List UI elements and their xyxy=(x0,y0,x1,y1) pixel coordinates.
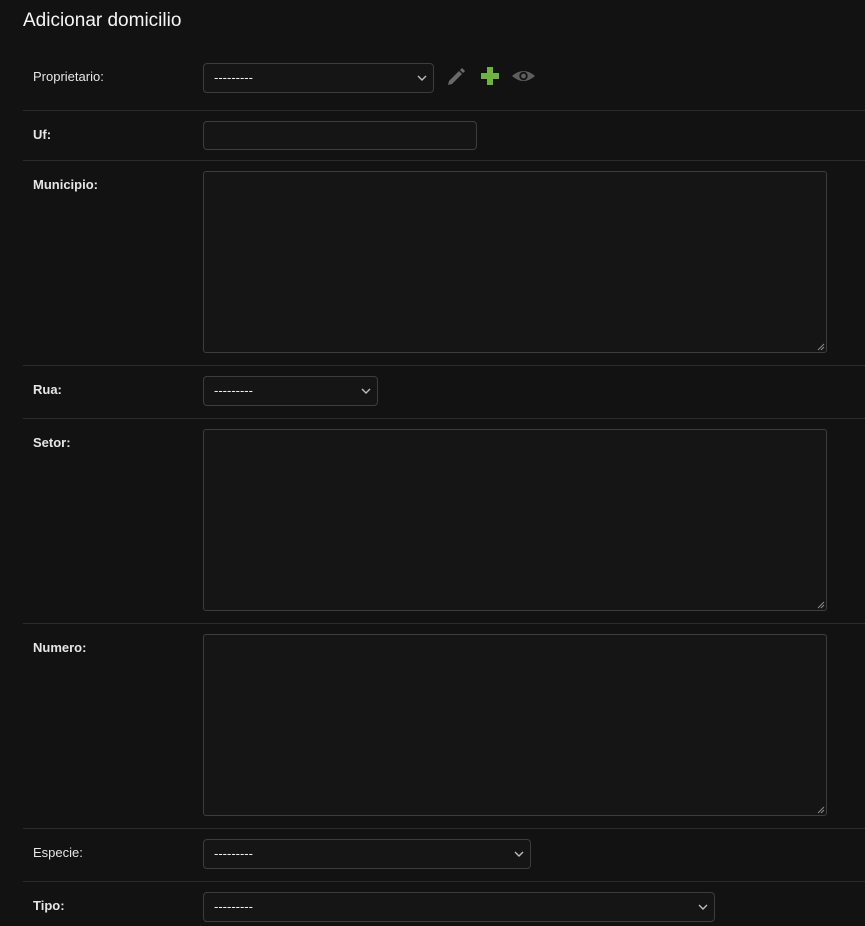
plus-icon[interactable] xyxy=(479,65,501,87)
especie-select-value: --------- xyxy=(214,846,253,861)
form-row-municipio: Municipio: xyxy=(23,161,865,366)
chevron-down-icon xyxy=(361,388,371,394)
municipio-textarea[interactable] xyxy=(203,171,827,353)
form-row-numero: Numero: xyxy=(23,624,865,829)
setor-textarea[interactable] xyxy=(203,429,827,611)
setor-label: Setor: xyxy=(33,435,71,450)
page-title: Adicionar domicilio xyxy=(23,10,182,31)
proprietario-select[interactable]: --------- xyxy=(203,63,434,93)
resize-grip-icon[interactable] xyxy=(817,601,825,609)
municipio-label: Municipio: xyxy=(33,177,98,192)
tipo-select[interactable]: --------- xyxy=(203,892,715,922)
chevron-down-icon xyxy=(417,75,427,81)
especie-label: Especie: xyxy=(33,845,83,860)
form-row-rua: Rua: --------- xyxy=(23,366,865,419)
uf-label: Uf: xyxy=(33,127,52,142)
uf-input[interactable] xyxy=(203,121,477,150)
form-row-setor: Setor: xyxy=(23,419,865,624)
especie-select[interactable]: --------- xyxy=(203,839,531,869)
numero-label: Numero: xyxy=(33,640,87,655)
rua-select[interactable]: --------- xyxy=(203,376,378,406)
numero-textarea[interactable] xyxy=(203,634,827,816)
rua-select-value: --------- xyxy=(214,383,253,398)
chevron-down-icon xyxy=(514,851,524,857)
rua-label: Rua: xyxy=(33,382,62,397)
pencil-icon[interactable] xyxy=(445,65,467,87)
form-row-uf: Uf: xyxy=(23,111,865,161)
chevron-down-icon xyxy=(698,904,708,910)
form-row-tipo: Tipo: --------- xyxy=(23,882,865,926)
eye-icon[interactable] xyxy=(511,66,536,86)
resize-grip-icon[interactable] xyxy=(817,806,825,814)
form-row-proprietario: Proprietario: --------- xyxy=(23,55,865,111)
resize-grip-icon[interactable] xyxy=(817,343,825,351)
tipo-select-value: --------- xyxy=(214,899,253,914)
form-row-especie: Especie: --------- xyxy=(23,829,865,882)
tipo-label: Tipo: xyxy=(33,898,65,913)
proprietario-select-value: --------- xyxy=(214,70,253,85)
proprietario-label: Proprietario: xyxy=(33,69,104,84)
